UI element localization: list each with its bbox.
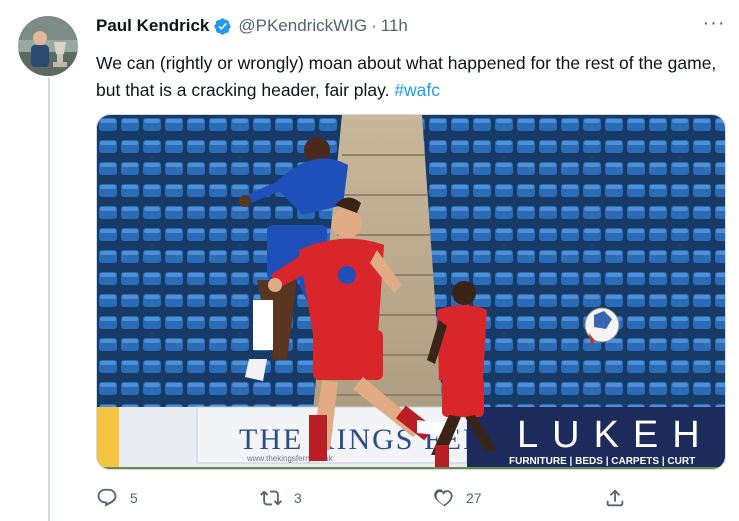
avatar[interactable] [18,16,78,76]
ad-board-yellow [97,407,119,469]
timestamp[interactable]: 11h [381,16,408,36]
reply-button[interactable]: 5 [96,486,138,510]
avatar-image [18,16,78,76]
lukeh-text: LUKEH [517,414,714,456]
share-button[interactable] [604,486,626,510]
retweet-button[interactable]: 3 [260,486,302,510]
more-icon[interactable]: ··· [702,13,726,38]
share-icon [606,489,624,507]
pitch-edge [97,467,725,469]
verified-badge-icon [214,17,231,35]
tweet-header: Paul Kendrick @PKendrickWIG · 11h [96,14,726,38]
retweet-count: 3 [294,490,302,506]
reply-count: 5 [130,490,138,506]
separator: · [371,16,377,35]
thread-line [48,78,50,521]
photo-scene: THE KINGS FERRY www.thekingsferry.co.uk … [97,115,725,469]
retweet-icon [260,490,282,506]
like-icon [434,489,453,507]
display-name[interactable]: Paul Kendrick [96,16,209,36]
tweet[interactable]: Paul Kendrick @PKendrickWIG · 11h ··· We… [96,13,726,104]
lukeh-subtext: FURNITURE | BEDS | CARPETS | CURT [509,456,695,467]
tweet-text: We can (rightly or wrongly) moan about w… [96,50,726,104]
like-count: 27 [466,490,482,506]
action-bar: 5 3 27 [96,486,726,510]
like-button[interactable]: 27 [432,486,482,510]
tweet-photo[interactable]: THE KINGS FERRY www.thekingsferry.co.uk … [96,114,726,470]
reply-icon [97,488,117,507]
handle[interactable]: @PKendrickWIG [238,16,367,36]
hashtag-link[interactable]: #wafc [394,80,440,100]
